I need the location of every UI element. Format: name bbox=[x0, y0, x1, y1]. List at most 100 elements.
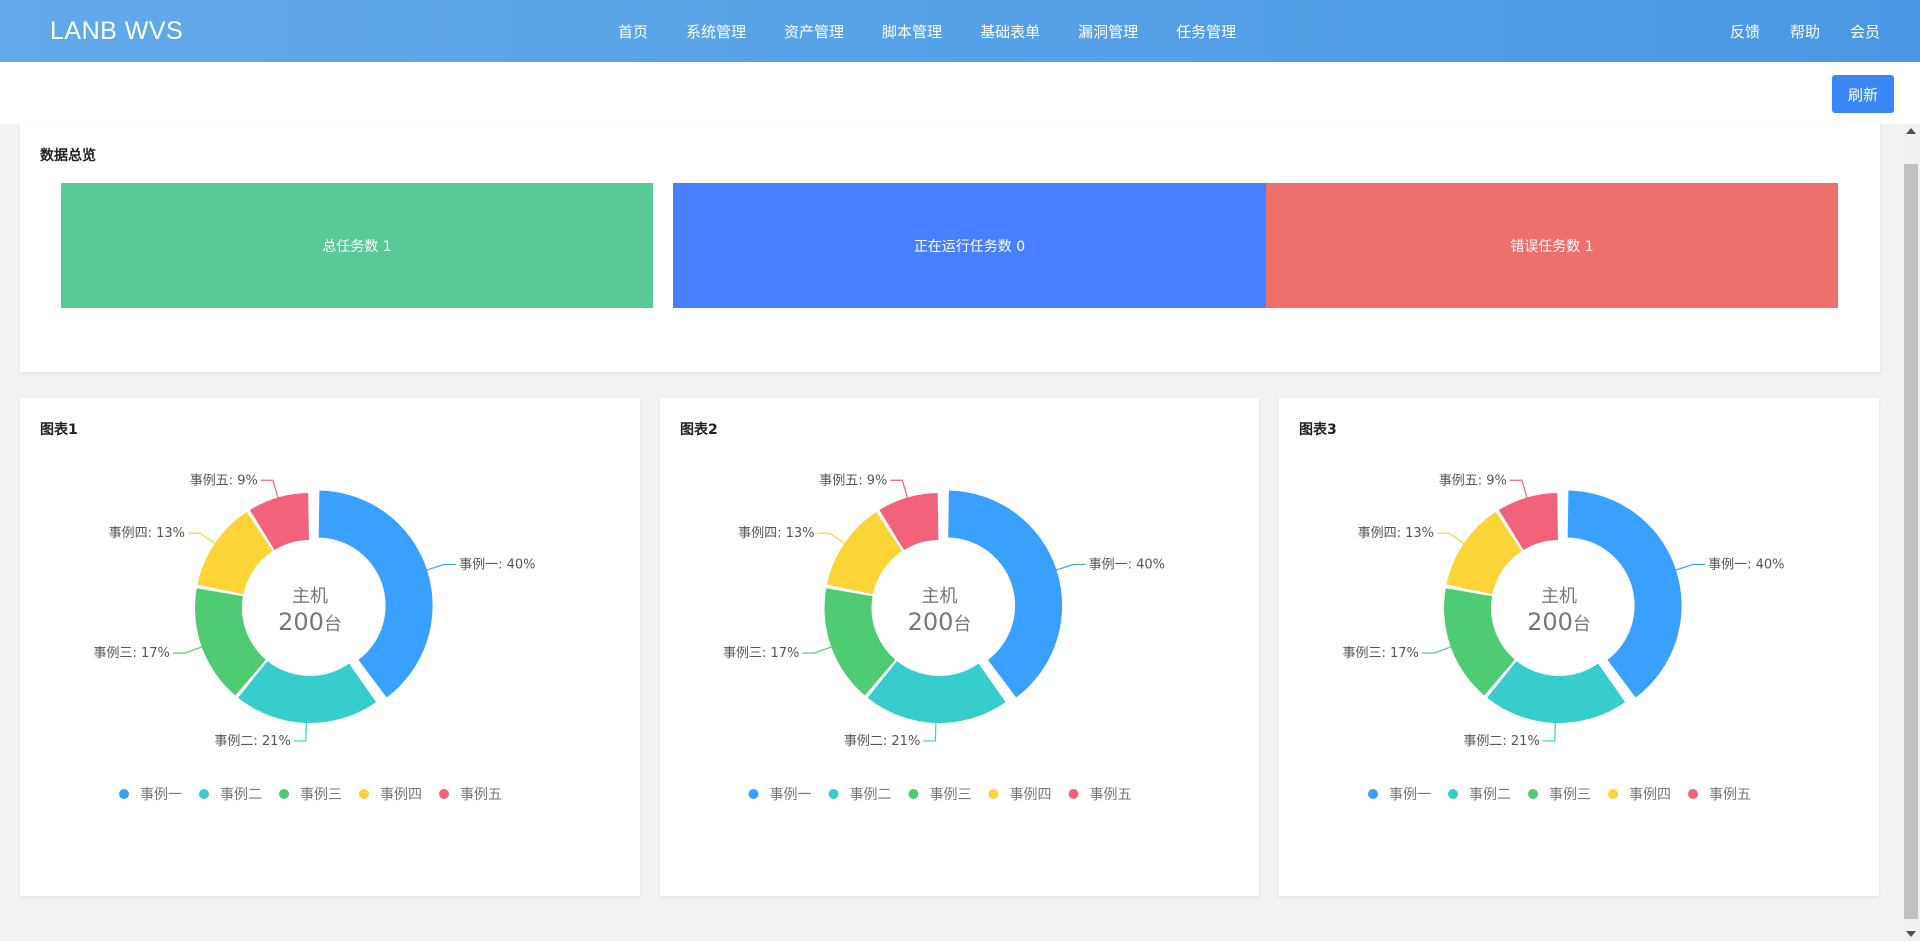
data-label: 事例一: 40% bbox=[459, 557, 535, 572]
legend-label: 事例三 bbox=[1549, 787, 1591, 803]
donut-chart: 事例一: 40% 事例二: 21% 事例三: 17% 事例四: 13% 事例五: 9% 主… bbox=[93, 473, 535, 803]
center-value: 200台 bbox=[278, 608, 342, 636]
legend-dot bbox=[359, 789, 369, 799]
pie-slice bbox=[948, 490, 1063, 698]
legend-dot bbox=[908, 789, 919, 799]
leader-line bbox=[1542, 720, 1557, 742]
toolbar: 刷新 bbox=[0, 62, 1920, 124]
top-navbar: LANB WVS 首页 系统管理 资产管理 脚本管理 基础表单 漏洞管理 任务管… bbox=[0, 0, 1920, 62]
pie-slice bbox=[238, 661, 377, 723]
leader-line bbox=[260, 479, 280, 500]
data-label: 事例四: 13% bbox=[738, 526, 814, 541]
pie-slice bbox=[867, 661, 1006, 723]
legend-dot bbox=[1448, 789, 1458, 799]
data-label: 事例二: 21% bbox=[844, 734, 920, 749]
legend-dot bbox=[1688, 789, 1698, 799]
stat-label-running: 正在运行任务数 0 bbox=[913, 238, 1026, 255]
donut-chart: 事例一: 40% 事例二: 21% 事例三: 17% 事例四: 13% 事例五: 9% 主… bbox=[1342, 473, 1784, 803]
legend-label: 事例五 bbox=[460, 787, 502, 803]
nav-item-forms[interactable]: 基础表单 bbox=[980, 21, 1040, 42]
leader-line bbox=[293, 720, 308, 742]
leader-line bbox=[802, 645, 834, 654]
center-label: 主机 bbox=[922, 586, 958, 607]
nav-item-tasks[interactable]: 任务管理 bbox=[1176, 21, 1236, 42]
nav-item-home[interactable]: 首页 bbox=[618, 21, 648, 42]
nav-item-vulns[interactable]: 漏洞管理 bbox=[1078, 21, 1138, 42]
nav-item-system[interactable]: 系统管理 bbox=[686, 21, 746, 42]
legend-label: 事例四 bbox=[1629, 787, 1671, 803]
center-unit: 台 bbox=[953, 614, 971, 635]
legend-dot bbox=[748, 789, 759, 799]
legend-label: 事例四 bbox=[1010, 787, 1052, 803]
brand-logo[interactable]: LANB WVS bbox=[50, 17, 183, 46]
nav-item-assets[interactable]: 资产管理 bbox=[784, 21, 844, 42]
chart-panel-1: 图表1 事例一: 40% 事例二: 21% 事例三: 17% 事例四: 13% 事例五:… bbox=[20, 398, 640, 896]
scroll-down-icon[interactable] bbox=[1906, 931, 1916, 937]
data-label: 事例三: 17% bbox=[1342, 646, 1418, 661]
leader-line bbox=[187, 532, 217, 545]
legend-dot bbox=[988, 789, 999, 799]
legend-label: 事例五 bbox=[1090, 787, 1132, 803]
legend-dot bbox=[1068, 789, 1079, 799]
chart-panel-3: 图表3 事例一: 40% 事例二: 21% 事例三: 17% 事例四: 13% 事例五:… bbox=[1279, 398, 1879, 896]
leader-line bbox=[172, 645, 204, 654]
legend-dot bbox=[439, 789, 449, 799]
center-number: 200 bbox=[908, 608, 954, 636]
leader-line bbox=[1509, 479, 1529, 500]
scroll-thumb[interactable] bbox=[1904, 164, 1918, 919]
overview-title: 数据总览 bbox=[40, 148, 96, 164]
legend-label: 事例三 bbox=[930, 787, 972, 803]
stat-label-total: 总任务数 1 bbox=[322, 238, 392, 255]
center-value: 200台 bbox=[1527, 608, 1591, 636]
stat-card-total: 总任务数 1 bbox=[61, 183, 653, 308]
pie-slice bbox=[318, 490, 433, 698]
center-label: 主机 bbox=[1541, 586, 1577, 607]
data-label: 事例三: 17% bbox=[93, 646, 169, 661]
right-nav: 反馈 帮助 会员 bbox=[1700, 0, 1880, 62]
legend-label: 事例二 bbox=[220, 787, 262, 803]
data-label: 事例一: 40% bbox=[1708, 557, 1784, 572]
center-number: 200 bbox=[1527, 608, 1573, 636]
legend-dot bbox=[199, 789, 209, 799]
nav-item-scripts[interactable]: 脚本管理 bbox=[882, 21, 942, 42]
data-label: 事例四: 13% bbox=[109, 526, 185, 541]
data-label: 事例四: 13% bbox=[1358, 526, 1434, 541]
data-label: 事例二: 21% bbox=[1463, 734, 1539, 749]
chart-panel-2: 图表2 事例一: 40% 事例二: 21% 事例三: 17% 事例四: 13% 事例五:… bbox=[660, 398, 1259, 896]
refresh-button[interactable]: 刷新 bbox=[1832, 75, 1894, 113]
leader-line bbox=[1054, 563, 1086, 572]
nav-item-feedback[interactable]: 反馈 bbox=[1730, 21, 1760, 42]
center-label: 主机 bbox=[292, 586, 328, 607]
pie-slice bbox=[1567, 490, 1682, 698]
center-unit: 台 bbox=[1573, 614, 1591, 635]
legend-label: 事例二 bbox=[850, 787, 892, 803]
leader-line bbox=[1436, 532, 1466, 545]
leader-line bbox=[817, 532, 847, 545]
legend-label: 事例二 bbox=[1469, 787, 1511, 803]
legend-dot bbox=[119, 789, 129, 799]
data-label: 事例五: 9% bbox=[819, 473, 887, 488]
data-label: 事例二: 21% bbox=[214, 734, 290, 749]
donut-chart: 事例一: 40% 事例二: 21% 事例三: 17% 事例四: 13% 事例五: 9% 主… bbox=[723, 473, 1165, 803]
nav-item-member[interactable]: 会员 bbox=[1850, 21, 1880, 42]
leader-line bbox=[1421, 645, 1453, 654]
data-label: 事例五: 9% bbox=[1439, 473, 1507, 488]
leader-line bbox=[923, 720, 937, 742]
stat-card-running: 正在运行任务数 0 bbox=[673, 183, 1266, 308]
leader-line bbox=[1673, 563, 1706, 572]
legend-label: 事例一 bbox=[770, 787, 812, 803]
legend-dot bbox=[1608, 789, 1618, 799]
legend-dot bbox=[828, 789, 839, 799]
leader-line bbox=[424, 563, 457, 572]
main-nav: 首页 系统管理 资产管理 脚本管理 基础表单 漏洞管理 任务管理 bbox=[618, 0, 1274, 62]
center-number: 200 bbox=[278, 608, 324, 636]
scroll-up-icon[interactable] bbox=[1906, 128, 1916, 134]
legend-label: 事例五 bbox=[1709, 787, 1751, 803]
legend-dot bbox=[1368, 789, 1378, 799]
legend-label: 事例四 bbox=[380, 787, 422, 803]
nav-item-help[interactable]: 帮助 bbox=[1790, 21, 1820, 42]
leader-line bbox=[890, 479, 909, 500]
legend-label: 事例一 bbox=[140, 787, 182, 803]
vertical-scrollbar[interactable] bbox=[1902, 124, 1920, 941]
pie-slice bbox=[1487, 661, 1626, 723]
